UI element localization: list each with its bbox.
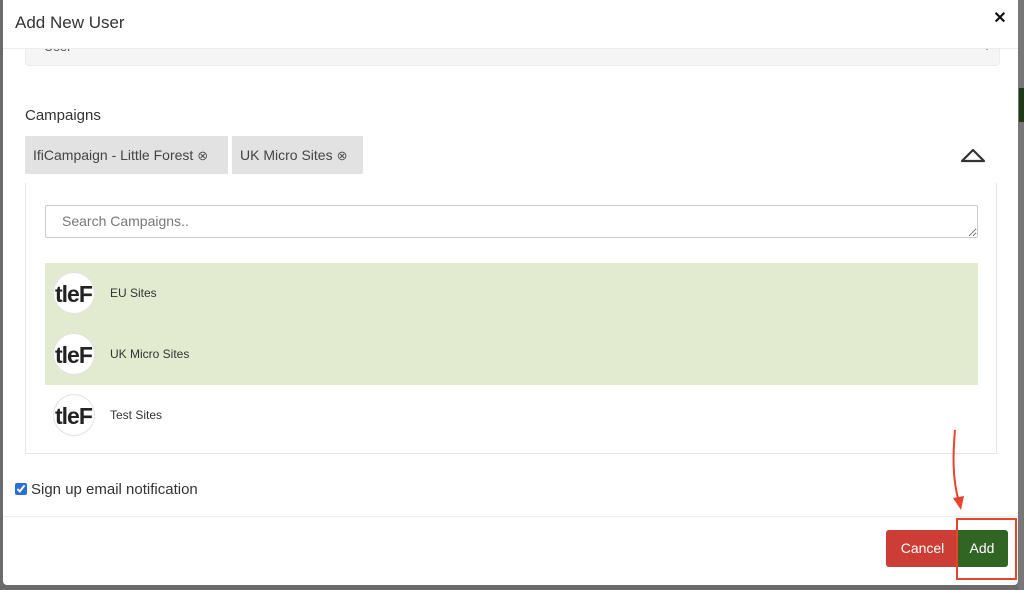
avatar-logo-text: tleF (55, 403, 93, 429)
campaign-avatar: tleF (53, 394, 95, 436)
campaign-avatar: tleF (53, 333, 95, 375)
footer-divider (3, 516, 1018, 517)
modal-title: Add New User (15, 13, 125, 32)
email-notification-checkbox[interactable] (15, 483, 27, 495)
close-icon[interactable]: ✕ (992, 9, 1008, 29)
modal-header: Add New User ✕ (3, 0, 1018, 49)
campaign-option-label: Test Sites (110, 408, 163, 422)
search-campaigns-input[interactable] (45, 205, 978, 238)
add-button[interactable]: Add (956, 530, 1008, 567)
chevron-up-icon[interactable] (960, 147, 986, 163)
campaign-option-label: EU Sites (110, 286, 157, 300)
campaign-tag: UK Micro Sites ⊗ (232, 136, 363, 174)
campaign-option[interactable]: tleF UK Micro Sites (45, 324, 978, 385)
campaign-avatar: tleF (53, 272, 95, 314)
campaign-tag-label: UK Micro Sites (240, 147, 333, 163)
campaign-option[interactable]: tleF EU Sites (45, 263, 978, 324)
campaigns-label: Campaigns (25, 107, 101, 124)
remove-tag-icon[interactable]: ⊗ (197, 148, 208, 163)
campaign-tag: IfiCampaign - Little Forest ⊗ (25, 136, 228, 174)
campaign-option-label: UK Micro Sites (110, 347, 190, 361)
avatar-logo-text: tleF (55, 342, 93, 368)
campaign-option[interactable]: tleF Test Sites (45, 385, 978, 446)
avatar-logo-text: tleF (55, 281, 93, 307)
remove-tag-icon[interactable]: ⊗ (337, 148, 348, 163)
cancel-button[interactable]: Cancel (886, 530, 959, 567)
page-backdrop-element (1019, 88, 1024, 122)
campaign-tag-label: IfiCampaign - Little Forest (33, 147, 194, 163)
add-user-modal: User Add New User ✕ Campaigns IfiCampaig… (3, 0, 1018, 585)
email-notification-label: Sign up email notification (31, 481, 198, 498)
